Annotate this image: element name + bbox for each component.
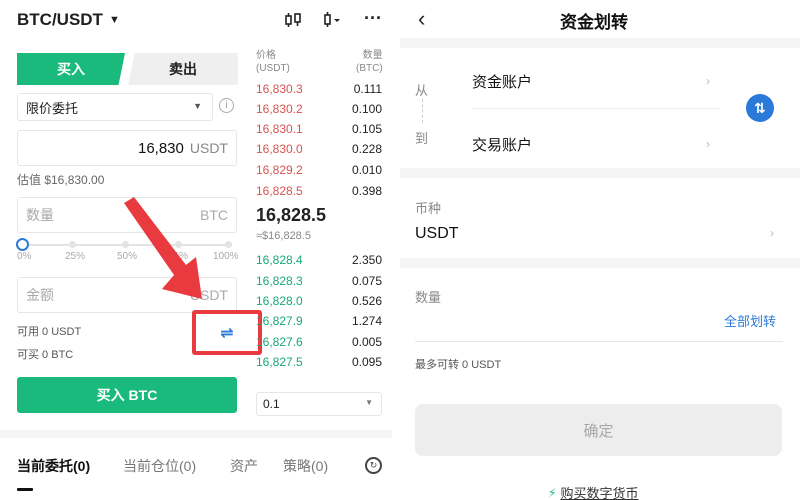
ask-row[interactable]: 16,829.2 0.010 <box>256 163 382 183</box>
chevron-right-icon: › <box>706 137 710 151</box>
divider <box>400 38 800 48</box>
caret-down-icon: ▼ <box>108 14 120 26</box>
buy-crypto-link[interactable]: ⚡ 购买数字货币 <box>548 483 638 500</box>
last-price-fiat: ≈$16,828.5 <box>256 230 311 242</box>
max-transferable: 最多可转 0 USDT <box>415 359 502 371</box>
coin-select[interactable]: USDT <box>415 225 459 243</box>
lightning-icon: ⚡ <box>548 485 557 500</box>
bid-row[interactable]: 16,828.4 2.350 <box>256 253 382 273</box>
sell-tab[interactable]: 卖出 <box>128 53 238 85</box>
depth-value: 0.1 <box>263 397 280 411</box>
page-title: 资金划转 <box>560 13 628 32</box>
dropdown-arrow-icon: ▼ <box>365 398 373 407</box>
bid-row[interactable]: 16,827.9 1.274 <box>256 314 382 334</box>
divider <box>0 430 392 438</box>
buy-btc-button[interactable]: 买入 BTC <box>17 377 237 413</box>
confirm-button[interactable]: 确定 <box>415 404 782 456</box>
orderbook-price-header: 价格 (USDT) <box>256 50 290 74</box>
quantity-input-line[interactable] <box>415 341 783 342</box>
slider-stop[interactable] <box>69 241 76 248</box>
info-icon[interactable]: i <box>219 98 234 113</box>
available-balance: 可用 0 USDT <box>17 326 82 338</box>
divider <box>400 168 800 178</box>
slider-mark: 100% <box>213 251 239 262</box>
pair-selector[interactable]: BTC/USDT ▼ <box>17 10 120 30</box>
divider <box>472 108 720 109</box>
buy-crypto-label: 购买数字货币 <box>560 486 639 500</box>
can-buy-amount: 可买 0 BTC <box>17 349 74 361</box>
slider-mark: 25% <box>65 251 86 262</box>
dropdown-arrow-icon: ▼ <box>193 101 202 111</box>
to-label: 到 <box>415 131 429 146</box>
connector-line <box>422 99 423 123</box>
transfer-button[interactable]: ⇌ <box>192 310 262 355</box>
tab-assets[interactable]: 资产 <box>230 456 258 476</box>
swap-arrows-icon: ⇌ <box>220 324 234 342</box>
coin-label: 币种 <box>415 201 442 216</box>
bid-row[interactable]: 16,828.3 0.075 <box>256 274 382 294</box>
quantity-label: 数量 <box>415 290 442 305</box>
slider-handle[interactable] <box>16 238 29 251</box>
ask-row[interactable]: 16,830.2 0.100 <box>256 102 382 122</box>
last-price: 16,828.5 <box>256 205 327 225</box>
order-type-label: 限价委托 <box>26 100 79 116</box>
swap-accounts-button[interactable]: ⇅ <box>746 94 774 122</box>
slider-mark: 0% <box>17 251 32 262</box>
ask-row[interactable]: 16,830.1 0.105 <box>256 122 382 142</box>
ask-row[interactable]: 16,828.5 0.398 <box>256 184 382 204</box>
tab-positions[interactable]: 当前仓位(0) <box>123 456 196 476</box>
trade-panel: BTC/USDT ▼ ··· 买入 卖出 限价委托 ▼ i 16,830 USD… <box>0 0 392 500</box>
bid-row[interactable]: 16,827.6 0.005 <box>256 335 382 355</box>
to-account[interactable]: 交易账户 <box>472 134 532 155</box>
price-estimate: 估值 $16,830.00 <box>17 173 105 187</box>
indicator-menu-icon[interactable] <box>323 12 343 31</box>
buy-tab[interactable]: 买入 <box>17 53 125 85</box>
amount-placeholder: 金额 <box>26 287 54 303</box>
pair-title: BTC/USDT <box>17 10 103 29</box>
orderbook-qty-header: 数量 (BTC) <box>356 50 383 74</box>
chevron-right-icon: › <box>706 74 710 88</box>
annotation-arrow-icon <box>124 197 202 299</box>
from-account[interactable]: 资金账户 <box>472 71 532 92</box>
bid-row[interactable]: 16,828.0 0.526 <box>256 294 382 314</box>
history-icon[interactable]: ↻ <box>365 457 382 474</box>
bid-row[interactable]: 16,827.5 0.095 <box>256 355 382 375</box>
active-tab-indicator <box>17 488 33 491</box>
price-input[interactable]: 16,830 USDT <box>17 130 237 166</box>
depth-select[interactable]: 0.1 ▼ <box>256 392 382 416</box>
tab-open-orders[interactable]: 当前委托(0) <box>17 456 90 476</box>
candlestick-chart-icon[interactable] <box>284 12 302 31</box>
from-label: 从 <box>415 83 429 98</box>
divider <box>400 258 800 268</box>
price-unit: USDT <box>189 140 228 156</box>
price-value: 16,830 <box>137 139 184 157</box>
swap-vertical-icon: ⇅ <box>754 99 766 116</box>
ask-row[interactable]: 16,830.0 0.228 <box>256 142 382 162</box>
back-icon[interactable]: ‹ <box>418 6 425 32</box>
tab-strategies[interactable]: 策略(0) <box>283 456 328 476</box>
panel-separator <box>392 0 400 500</box>
order-type-select[interactable]: 限价委托 ▼ <box>17 93 213 121</box>
ask-row[interactable]: 16,830.3 0.111 <box>256 82 382 102</box>
more-icon[interactable]: ··· <box>364 8 382 29</box>
chevron-right-icon: › <box>770 226 774 240</box>
quantity-placeholder: 数量 <box>26 207 54 223</box>
slider-stop[interactable] <box>225 241 232 248</box>
transfer-all-link[interactable]: 全部划转 <box>724 311 776 330</box>
